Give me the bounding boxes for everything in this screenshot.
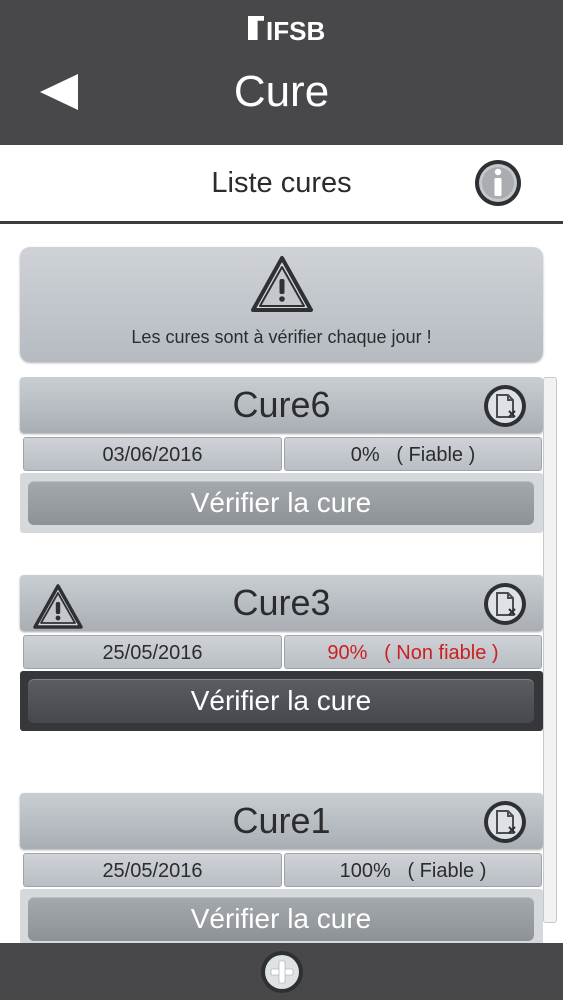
warning-text: Les cures sont à vérifier chaque jour ! xyxy=(131,327,432,347)
cure-date: 25/05/2016 xyxy=(23,853,282,887)
info-button[interactable] xyxy=(473,158,523,208)
delete-file-icon xyxy=(484,801,526,843)
cure-card-header: Cure1 xyxy=(20,793,543,849)
cure-percent: 100% xyxy=(339,860,391,882)
verify-cure-button[interactable]: Vérifier la cure xyxy=(28,679,534,723)
verify-container: Vérifier la cure xyxy=(20,889,543,943)
cure-percent: 90% xyxy=(327,642,368,664)
cure-card-header: Cure6 xyxy=(20,377,543,433)
cure-info-row: 25/05/2016 90% ( Non fiable ) xyxy=(20,635,543,671)
verify-cure-button[interactable]: Vérifier la cure xyxy=(28,481,534,525)
ifsb-logo: IFSB xyxy=(246,12,325,50)
cure-name: Cure1 xyxy=(232,800,331,841)
page-title: Cure xyxy=(233,67,330,116)
info-icon xyxy=(475,160,521,206)
plus-icon xyxy=(261,951,303,993)
cure-info-row: 03/06/2016 0% ( Fiable ) xyxy=(20,437,543,473)
delete-cure-button[interactable] xyxy=(482,581,528,627)
daily-check-warning: Les cures sont à vérifier chaque jour ! xyxy=(20,247,543,362)
cure-reliability: 0% ( Fiable ) xyxy=(284,437,542,471)
verify-cure-button[interactable]: Vérifier la cure xyxy=(28,897,534,941)
delete-file-icon xyxy=(484,385,526,427)
add-cure-button[interactable] xyxy=(259,949,305,995)
verify-container: Vérifier la cure xyxy=(20,671,543,731)
cure-info-row: 25/05/2016 100% ( Fiable ) xyxy=(20,853,543,889)
app-header: IFSB Cure xyxy=(0,0,563,145)
cure-name: Cure6 xyxy=(232,384,331,425)
cure-list[interactable]: Cure6 03/06/2016 0% ( Fiable ) Vérifier … xyxy=(0,377,563,943)
cure-date: 25/05/2016 xyxy=(23,635,282,669)
delete-file-icon xyxy=(484,583,526,625)
list-scrollbar[interactable] xyxy=(543,377,557,923)
delete-cure-button[interactable] xyxy=(482,383,528,429)
cure-date: 03/06/2016 xyxy=(23,437,282,471)
cure-reliability: 100% ( Fiable ) xyxy=(284,853,542,887)
cure-status: ( Fiable ) xyxy=(407,860,487,882)
cure-status: ( Fiable ) xyxy=(396,444,476,466)
warning-triangle-icon xyxy=(251,256,313,312)
cure-percent: 0% xyxy=(350,444,380,466)
cure-card-header: Cure3 xyxy=(20,575,543,631)
delete-cure-button[interactable] xyxy=(482,799,528,845)
cure-name: Cure3 xyxy=(232,582,331,623)
cure-reliability: 90% ( Non fiable ) xyxy=(284,635,542,669)
verify-container: Vérifier la cure xyxy=(20,473,543,533)
cure-status: ( Non fiable ) xyxy=(384,642,499,664)
